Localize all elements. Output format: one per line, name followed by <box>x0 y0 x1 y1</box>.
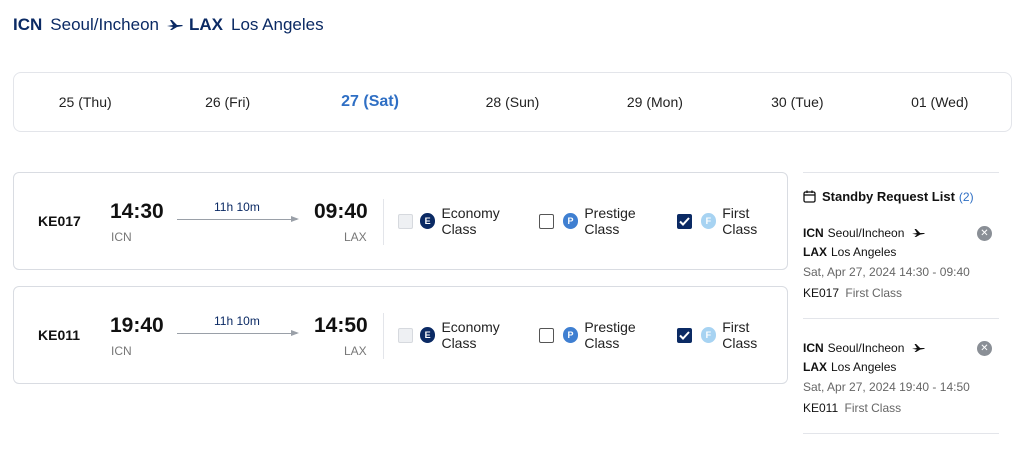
close-circle-icon[interactable]: ✕ <box>977 226 992 241</box>
date-tab[interactable]: 26 (Fri) <box>156 94 298 110</box>
class-option-prestige[interactable]: P Prestige Class <box>537 319 673 351</box>
date-tab[interactable]: 28 (Sun) <box>441 94 583 110</box>
prestige-checkbox[interactable] <box>538 327 554 343</box>
request-class: First Class <box>844 401 902 415</box>
request-datetime: Sat, Apr 27, 2024 19:40 - 14:50 <box>803 380 970 394</box>
request-origin-code: ICN <box>803 226 824 240</box>
request-dest-code: LAX <box>803 360 827 374</box>
arrival-airport: LAX <box>344 230 367 244</box>
checkmark-icon <box>678 330 690 340</box>
date-tab-active[interactable]: 27 (Sat) <box>299 93 441 111</box>
date-tab[interactable]: 29 (Mon) <box>584 94 726 110</box>
route-arrow <box>177 330 299 336</box>
economy-checkbox[interactable] <box>398 213 413 229</box>
class-option-economy[interactable]: E Economy Class <box>398 319 537 351</box>
prestige-badge-icon: P <box>562 327 579 343</box>
request-origin-city: Seoul/Incheon <box>827 341 905 355</box>
request-flight-number: KE017 <box>803 286 840 300</box>
arrival-time: 09:40 <box>314 200 368 223</box>
flight-number: KE011 <box>38 327 81 343</box>
divider <box>383 199 384 245</box>
flight-duration: 11h 10m <box>214 200 260 214</box>
economy-badge-icon: E <box>419 213 436 229</box>
airplane-icon <box>912 344 926 352</box>
close-circle-icon[interactable]: ✕ <box>977 341 992 356</box>
arrival-time: 14:50 <box>314 314 368 337</box>
departure-airport: ICN <box>111 230 132 244</box>
class-option-prestige[interactable]: P Prestige Class <box>537 205 673 237</box>
prestige-badge-icon: P <box>562 213 579 229</box>
economy-checkbox[interactable] <box>398 327 413 343</box>
flight-number: KE017 <box>38 213 81 229</box>
first-label: First Class <box>722 205 758 237</box>
request-origin-code: ICN <box>803 341 824 355</box>
class-options: E Economy Class P Prestige Class F First… <box>398 173 787 269</box>
economy-label: Economy Class <box>441 205 500 237</box>
prestige-label: Prestige Class <box>584 319 636 351</box>
flight-duration: 11h 10m <box>214 314 260 328</box>
standby-header: Standby Request List (2) <box>803 189 999 204</box>
request-dest-code: LAX <box>803 245 827 259</box>
divider <box>383 313 384 359</box>
origin-city: Seoul/Incheon <box>50 15 159 34</box>
checkmark-icon <box>678 216 690 226</box>
dest-code: LAX <box>188 15 223 34</box>
standby-title: Standby Request List <box>822 189 955 204</box>
departure-airport: ICN <box>111 344 132 358</box>
departure-time: 14:30 <box>110 200 164 223</box>
flight-card: KE017 14:30 ICN 11h 10m 09:40 LAX E Econ… <box>13 172 788 270</box>
standby-request-panel: Standby Request List (2) ICN Seoul/Inche… <box>803 172 999 434</box>
arrival-airport: LAX <box>344 344 367 358</box>
calendar-icon <box>803 190 816 203</box>
request-dest-city: Los Angeles <box>831 245 897 259</box>
request-flight-number: KE011 <box>803 401 839 415</box>
departure-time: 19:40 <box>110 314 164 337</box>
first-checkbox[interactable] <box>676 327 692 343</box>
date-tab[interactable]: 30 (Tue) <box>726 94 868 110</box>
prestige-checkbox[interactable] <box>538 213 554 229</box>
standby-request-item: ICN Seoul/Incheon LAX Los Angeles Sat, A… <box>803 319 999 434</box>
first-label: First Class <box>722 319 758 351</box>
airplane-icon <box>166 20 183 30</box>
date-tab[interactable]: 25 (Thu) <box>14 94 156 110</box>
route-arrow <box>177 216 299 222</box>
economy-badge-icon: E <box>419 327 436 343</box>
standby-request-item: ICN Seoul/Incheon LAX Los Angeles Sat, A… <box>803 204 999 319</box>
prestige-label: Prestige Class <box>584 205 636 237</box>
route-header: ICN Seoul/Incheon LAX Los Angeles <box>13 15 330 35</box>
standby-count: (2) <box>958 189 974 204</box>
origin-code: ICN <box>13 15 43 34</box>
economy-label: Economy Class <box>441 319 500 351</box>
airplane-icon <box>912 229 926 237</box>
date-tab[interactable]: 01 (Wed) <box>869 94 1011 110</box>
request-dest-city: Los Angeles <box>831 360 897 374</box>
class-option-economy[interactable]: E Economy Class <box>398 205 537 237</box>
first-badge-icon: F <box>700 213 717 229</box>
first-checkbox[interactable] <box>676 213 692 229</box>
flight-card: KE011 19:40 ICN 11h 10m 14:50 LAX E Econ… <box>13 286 788 384</box>
class-option-first[interactable]: F First Class <box>673 205 787 237</box>
dest-city: Los Angeles <box>230 15 324 34</box>
class-options: E Economy Class P Prestige Class F First… <box>398 287 787 383</box>
request-datetime: Sat, Apr 27, 2024 14:30 - 09:40 <box>803 265 970 279</box>
date-selector: 25 (Thu) 26 (Fri) 27 (Sat) 28 (Sun) 29 (… <box>13 72 1012 132</box>
request-class: First Class <box>845 286 903 300</box>
first-badge-icon: F <box>700 327 717 343</box>
class-option-first[interactable]: F First Class <box>673 319 787 351</box>
request-origin-city: Seoul/Incheon <box>827 226 905 240</box>
